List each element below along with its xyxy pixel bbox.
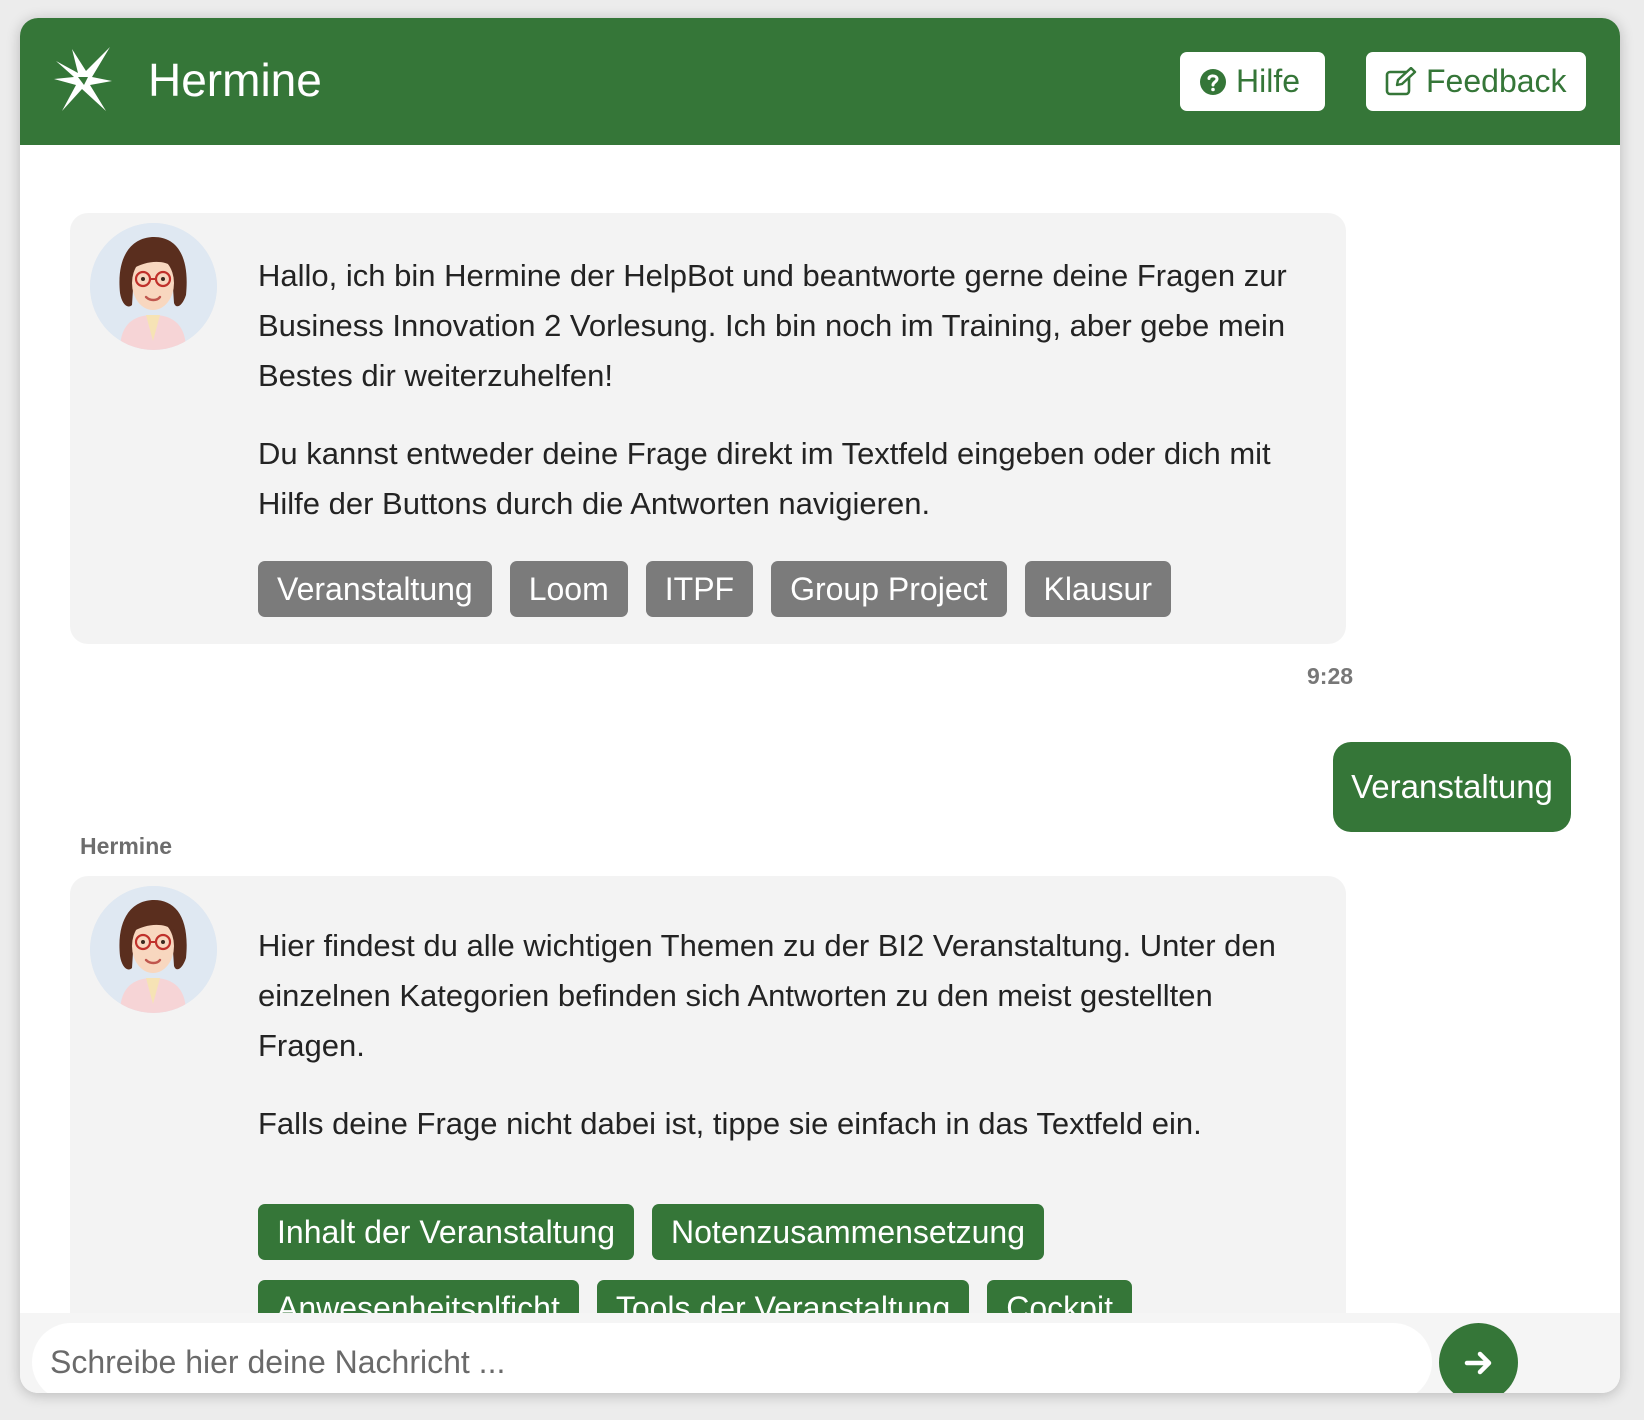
bot-avatar: [90, 223, 217, 350]
chat-window: Hermine Hilfe Feedback Hallo, ich bin He…: [20, 18, 1620, 1393]
topic-buttons-row-2: Anwesenheitsplficht Tools der Veranstalt…: [258, 1280, 1132, 1313]
message-paragraph: Falls deine Frage nicht dabei ist, tippe…: [258, 1106, 1202, 1141]
user-message: Veranstaltung: [1333, 742, 1571, 832]
app-title: Hermine: [148, 54, 322, 106]
bot-message: Hier findest du alle wichtigen Themen zu…: [70, 876, 1346, 1313]
topic-cockpit[interactable]: Cockpit: [987, 1280, 1132, 1313]
message-paragraph: Du kannst entweder deine Frage direkt im…: [258, 436, 1271, 521]
quick-reply-buttons: Veranstaltung Loom ITPF Group Project Kl…: [258, 561, 1171, 617]
feedback-label: Feedback: [1426, 63, 1567, 99]
chat-area[interactable]: Hallo, ich bin Hermine der HelpBot und b…: [20, 145, 1620, 1313]
message-paragraph: Hallo, ich bin Hermine der HelpBot und b…: [258, 258, 1287, 393]
topic-notenzusammensetzung[interactable]: Notenzusammensetzung: [652, 1204, 1044, 1260]
message-timestamp: 9:28: [1307, 663, 1354, 689]
feedback-button[interactable]: Feedback: [1366, 52, 1586, 111]
hermine-logo-icon: [54, 47, 112, 111]
topic-anwesenheitspflicht[interactable]: Anwesenheitsplficht: [258, 1280, 579, 1313]
bot-message-text: Hier findest du alle wichtigen Themen zu…: [258, 921, 1298, 1149]
topic-inhalt-der-veranstaltung[interactable]: Inhalt der Veranstaltung: [258, 1204, 635, 1260]
quick-reply-veranstaltung[interactable]: Veranstaltung: [258, 561, 492, 617]
topic-tools-der-veranstaltung[interactable]: Tools der Veranstaltung: [596, 1280, 970, 1313]
sender-name: Hermine: [80, 833, 173, 859]
header-bar: Hermine Hilfe Feedback: [20, 18, 1620, 145]
help-button[interactable]: Hilfe: [1180, 52, 1325, 111]
arrow-right-icon: [1464, 1351, 1491, 1374]
bot-message-text: Hallo, ich bin Hermine der HelpBot und b…: [258, 251, 1298, 529]
question-circle-icon: [1200, 68, 1226, 95]
quick-reply-itpf[interactable]: ITPF: [645, 561, 754, 617]
quick-reply-loom[interactable]: Loom: [509, 561, 628, 617]
avatar-image: [90, 223, 217, 350]
bot-avatar: [90, 886, 217, 1013]
quick-reply-klausur[interactable]: Klausur: [1024, 561, 1171, 617]
message-input[interactable]: [32, 1323, 1432, 1393]
help-label: Hilfe: [1236, 63, 1301, 99]
edit-icon: [1385, 66, 1417, 95]
avatar-image: [90, 886, 217, 1013]
message-paragraph: Hier findest du alle wichtigen Themen zu…: [258, 928, 1276, 1063]
send-button[interactable]: [1439, 1323, 1518, 1393]
quick-reply-group-project[interactable]: Group Project: [771, 561, 1007, 617]
topic-buttons-row-1: Inhalt der Veranstaltung Notenzusammense…: [258, 1204, 1044, 1260]
bot-message: Hallo, ich bin Hermine der HelpBot und b…: [70, 213, 1346, 644]
input-bar: [20, 1313, 1620, 1393]
